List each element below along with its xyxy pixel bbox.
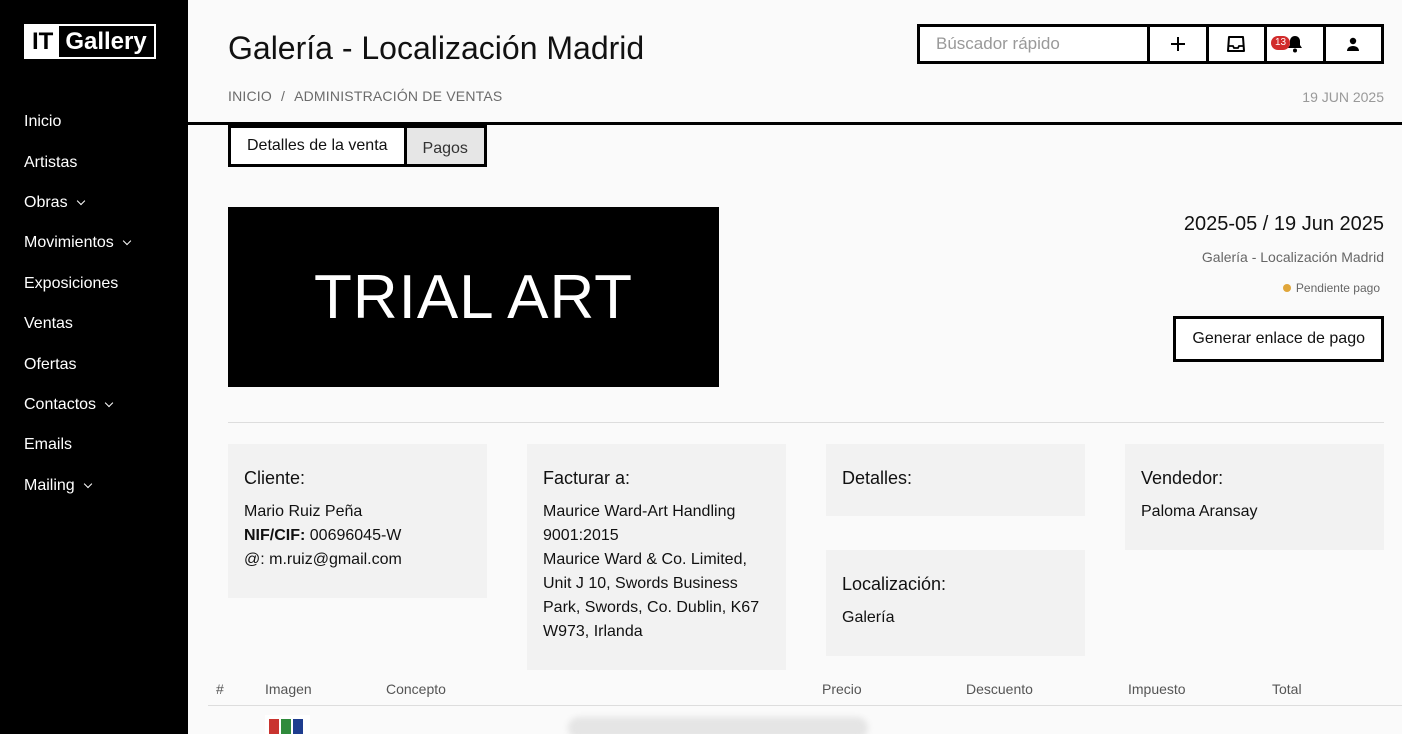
breadcrumb-item-ventas[interactable]: ADMINISTRACIÓN DE VENTAS: [294, 88, 502, 104]
sidebar-item-label: Artistas: [24, 153, 78, 171]
seller-card-title: Vendedor:: [1141, 468, 1224, 488]
client-card: Cliente: Mario Ruiz Peña NIF/CIF: 006960…: [228, 444, 487, 598]
page-title: Galería - Localización Madrid: [228, 30, 645, 66]
details-card-title: Detalles:: [842, 468, 913, 488]
col-header-image[interactable]: Imagen: [265, 681, 312, 697]
logo-it: IT: [26, 26, 60, 57]
client-name: Mario Ruiz Peña: [244, 503, 363, 520]
sale-location: Galería - Localización Madrid: [1201, 249, 1384, 265]
logo-gallery: Gallery: [65, 27, 147, 55]
user-icon: [1347, 37, 1360, 51]
sidebar-item-label: Emails: [24, 436, 73, 454]
chevron-down-icon: [76, 196, 85, 206]
top-toolbar: 13: [917, 24, 1384, 64]
billing-card: Facturar a: Maurice Ward-Art Handling 90…: [527, 444, 786, 670]
header-date: 19 JUN 2025: [1302, 89, 1384, 105]
tab-bar: Detalles de la venta Pagos: [228, 125, 487, 167]
sidebar-item-obras[interactable]: Obras: [24, 183, 130, 223]
sidebar-item-label: Ofertas: [24, 355, 77, 373]
banner-text: TRIAL ART: [313, 262, 634, 332]
seller-name: Paloma Aransay: [1141, 503, 1258, 520]
billing-line: 9001:2015: [543, 527, 619, 544]
sidebar-item-label: Inicio: [24, 113, 62, 131]
col-header-concept[interactable]: Concepto: [386, 681, 446, 697]
client-nif-value: 00696045-W: [309, 527, 402, 544]
sidebar-item-movimientos[interactable]: Movimientos: [24, 223, 132, 263]
location-card: Localización: Galería: [826, 550, 1085, 656]
user-button[interactable]: [1326, 27, 1382, 61]
col-header-total[interactable]: Total: [1272, 681, 1302, 697]
notifications-button[interactable]: 13: [1267, 27, 1326, 61]
client-email-value: m.ruiz@gmail.com: [269, 551, 402, 568]
seller-card: Vendedor: Paloma Aransay: [1125, 444, 1384, 550]
tab-detalles-venta[interactable]: Detalles de la venta: [231, 128, 407, 164]
sidebar-item-ofertas[interactable]: Ofertas: [24, 344, 130, 384]
thumb-red: [269, 719, 279, 734]
tab-pagos[interactable]: Pagos: [406, 128, 484, 164]
thumb-green: [281, 719, 291, 734]
client-nif-label: NIF/CIF:: [244, 527, 306, 544]
generate-payment-link-button[interactable]: Generar enlace de pago: [1173, 316, 1384, 362]
sale-id-date: 2025-05 / 19 Jun 2025: [1183, 213, 1384, 235]
location-value: Galería: [842, 609, 895, 626]
sidebar-item-label: Exposiciones: [24, 274, 119, 292]
sidebar-item-label: Ventas: [24, 315, 73, 333]
sidebar-item-label: Mailing: [24, 476, 75, 494]
client-nif: NIF/CIF: 00696045-W: [244, 524, 471, 548]
client-email: @: m.ruiz@gmail.com: [244, 548, 471, 572]
sidebar-item-artistas[interactable]: Artistas: [24, 142, 130, 182]
sidebar-item-emails[interactable]: Emails: [24, 425, 130, 465]
inbox-button[interactable]: [1209, 27, 1267, 61]
add-button[interactable]: [1150, 27, 1209, 61]
artwork-thumbnail[interactable]: [265, 715, 310, 734]
status-dot-icon: [1282, 284, 1291, 292]
breadcrumb-separator: /: [280, 88, 286, 104]
section-divider: [228, 422, 1384, 423]
sidebar: IT Gallery Inicio Artistas Obras Movimie…: [0, 0, 188, 734]
sidebar-item-label: Obras: [24, 193, 68, 211]
billing-card-title: Facturar a:: [543, 468, 631, 488]
sidebar-item-inicio[interactable]: Inicio: [24, 102, 130, 142]
trial-art-banner: TRIAL ART: [228, 207, 719, 387]
table-row[interactable]: [208, 707, 1402, 734]
billing-line: Maurice Ward-Art Handling: [543, 503, 736, 520]
col-header-number[interactable]: #: [216, 681, 224, 697]
logo[interactable]: IT Gallery: [24, 24, 156, 59]
details-card: Detalles:: [826, 444, 1085, 516]
quick-search-input[interactable]: [920, 27, 1150, 61]
client-email-label: @:: [244, 551, 265, 568]
notifications-badge: 13: [1271, 36, 1291, 50]
chevron-down-icon: [83, 479, 92, 488]
status-badge: Pendiente pago: [1282, 281, 1380, 295]
location-card-title: Localización:: [842, 574, 947, 594]
billing-line: Unit J 10, Swords Business: [543, 575, 738, 592]
status-text: Pendiente pago: [1295, 281, 1380, 295]
inbox-icon: [1227, 36, 1246, 52]
blurred-content: [568, 717, 868, 734]
sidebar-item-exposiciones[interactable]: Exposiciones: [24, 264, 130, 304]
thumb-blue: [293, 719, 303, 734]
chevron-down-icon: [122, 237, 132, 246]
client-card-title: Cliente:: [244, 468, 306, 488]
chevron-down-icon: [104, 398, 114, 408]
sidebar-item-mailing[interactable]: Mailing: [24, 466, 130, 506]
billing-line: W973, Irlanda: [543, 623, 643, 640]
col-header-price[interactable]: Precio: [822, 681, 862, 697]
sidebar-item-label: Movimientos: [24, 234, 114, 252]
col-header-tax[interactable]: Impuesto: [1128, 681, 1186, 697]
billing-line: Park, Swords, Co. Dublin, K67: [543, 599, 760, 616]
sidebar-nav: Inicio Artistas Obras Movimientos Exposi…: [24, 102, 132, 506]
breadcrumb-item-inicio[interactable]: INICIO: [228, 88, 272, 104]
billing-line: Maurice Ward & Co. Limited,: [543, 551, 747, 568]
sidebar-item-contactos[interactable]: Contactos: [24, 385, 130, 425]
sidebar-item-ventas[interactable]: Ventas: [24, 304, 130, 344]
plus-icon: [1170, 37, 1185, 51]
sidebar-item-label: Contactos: [24, 395, 97, 413]
items-table-header: # Imagen Concepto Precio Descuento Impue…: [208, 678, 1402, 706]
breadcrumb: INICIO / ADMINISTRACIÓN DE VENTAS: [228, 88, 502, 104]
col-header-discount[interactable]: Descuento: [966, 681, 1033, 697]
